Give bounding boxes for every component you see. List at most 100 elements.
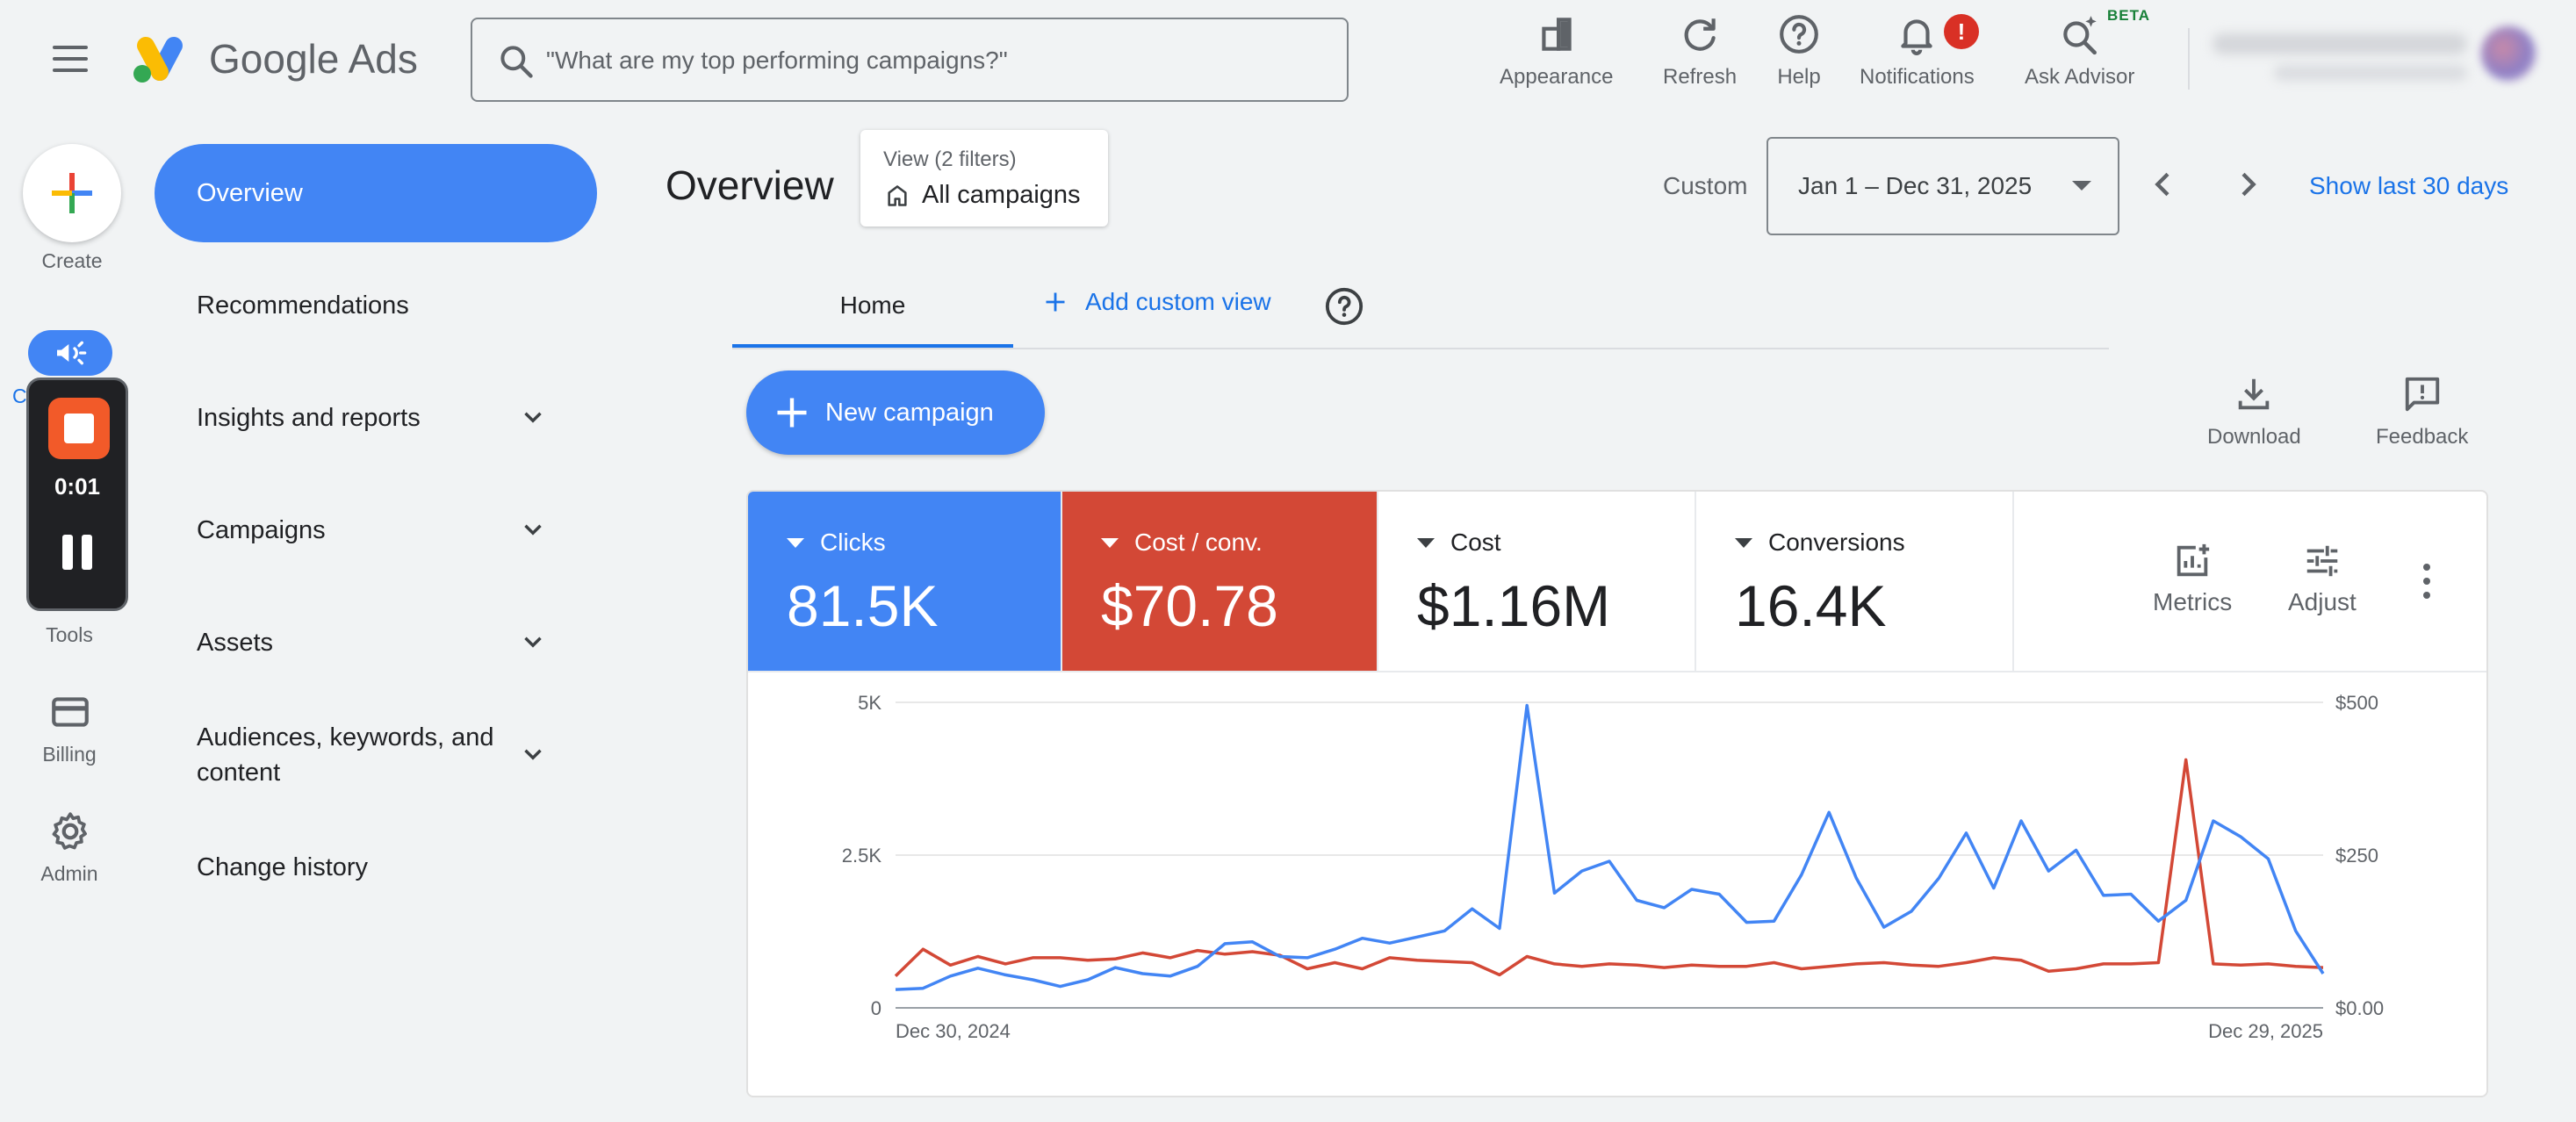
chevron-right-icon[interactable] (2230, 167, 2265, 202)
main-menu-icon[interactable] (53, 46, 88, 72)
nav-item-overview[interactable]: Overview (155, 144, 597, 242)
metric-value: $1.16M (1417, 573, 1611, 638)
notifications-button[interactable]: ! Notifications (1860, 12, 1979, 90)
metric-value: 81.5K (787, 573, 939, 638)
nav-item-audiences-line2: content (197, 759, 281, 787)
metrics-label: Metrics (2153, 588, 2233, 615)
screen-recorder-widget: 0:01 (26, 378, 128, 611)
avatar[interactable] (2481, 26, 2536, 81)
metric-cost-per-conv[interactable]: Cost / conv. $70.78 (1062, 492, 1378, 671)
date-range-select[interactable]: Jan 1 – Dec 31, 2025 (1767, 137, 2119, 235)
search-icon (500, 46, 533, 78)
nav-item-insights[interactable]: Insights and reports (197, 400, 421, 435)
pause-recording-icon[interactable] (62, 535, 92, 570)
metric-value: 16.4K (1735, 573, 1887, 638)
refresh-button[interactable]: Refresh (1663, 12, 1737, 90)
tab-home[interactable]: Home (732, 281, 1013, 348)
add-custom-view-label: Add custom view (1085, 288, 1271, 315)
y-right-tick-label: $500 (2335, 692, 2378, 714)
add-chart-icon (2177, 543, 2210, 577)
series-line-clicks (895, 703, 2325, 991)
nav-item-assets[interactable]: Assets (197, 625, 273, 660)
metric-conversions[interactable]: Conversions 16.4K (1696, 492, 2014, 671)
recording-timer: 0:01 (54, 473, 101, 500)
notification-badge: ! (1944, 14, 1979, 49)
new-campaign-label: New campaign (825, 398, 994, 427)
metric-clicks[interactable]: Clicks 81.5K (748, 492, 1062, 671)
billing-card-icon[interactable] (48, 690, 92, 734)
toolbar-divider (2188, 28, 2190, 90)
metrics-button[interactable]: Metrics (2153, 541, 2232, 616)
feedback-button[interactable]: Feedback (2376, 374, 2468, 450)
more-options-icon[interactable] (2421, 564, 2432, 599)
account-name-blurred[interactable] (2213, 33, 2467, 54)
nav-item-campaigns[interactable]: Campaigns (197, 513, 326, 548)
chevron-down-icon[interactable] (518, 739, 548, 769)
x-tick-label-end: Dec 29, 2025 (2208, 1020, 2323, 1042)
help-circle-icon[interactable] (1324, 286, 1364, 327)
chevron-down-icon[interactable] (518, 402, 548, 432)
y-right-tick-label: $250 (2335, 845, 2378, 867)
download-label: Download (2207, 425, 2301, 449)
help-button[interactable]: Help (1777, 12, 1821, 90)
sparkle-search-icon (2062, 16, 2097, 55)
notifications-label: Notifications (1860, 65, 1975, 89)
metric-label: Cost (1450, 529, 1501, 556)
refresh-label: Refresh (1663, 65, 1738, 89)
help-label: Help (1777, 65, 1821, 89)
sliders-icon (2306, 545, 2338, 577)
tools-label[interactable]: Tools (17, 623, 122, 647)
bell-icon (1901, 19, 1933, 55)
search-box[interactable] (471, 18, 1349, 102)
admin-gear-icon[interactable] (48, 809, 92, 853)
plus-icon (777, 398, 807, 428)
date-custom-label: Custom (1663, 172, 1748, 199)
show-last-30-days-link[interactable]: Show last 30 days (2309, 172, 2508, 200)
nav-item-change-history[interactable]: Change history (197, 850, 368, 885)
help-icon (1780, 15, 1818, 54)
beta-badge: BETA (2107, 7, 2151, 24)
y-left-tick-label: 5K (858, 692, 881, 714)
add-custom-view-button[interactable]: Add custom view (1043, 288, 1271, 316)
dropdown-arrow-icon (2072, 181, 2091, 191)
chevron-down-icon[interactable] (518, 627, 548, 657)
x-tick-label-start: Dec 30, 2024 (896, 1020, 1011, 1042)
create-button[interactable] (23, 144, 121, 242)
chevron-left-icon[interactable] (2146, 167, 2181, 202)
appearance-label: Appearance (1500, 65, 1614, 89)
admin-label[interactable]: Admin (17, 862, 122, 886)
adjust-button[interactable]: Adjust (2288, 541, 2357, 616)
metric-cost[interactable]: Cost $1.16M (1378, 492, 1696, 671)
metric-label: Cost / conv. (1134, 529, 1263, 556)
download-button[interactable]: Download (2207, 374, 2301, 450)
ask-advisor-label: Ask Advisor (2025, 65, 2135, 89)
date-range-value: Jan 1 – Dec 31, 2025 (1798, 172, 2033, 199)
dropdown-triangle-icon (787, 537, 804, 548)
nav-item-audiences[interactable]: Audiences, keywords, and content (197, 720, 494, 790)
chevron-down-icon[interactable] (518, 514, 548, 544)
view-filter-button[interactable]: View (2 filters) All campaigns (860, 130, 1108, 227)
refresh-icon (1684, 18, 1716, 51)
megaphone-icon (57, 341, 87, 365)
tabs-divider (732, 348, 2109, 349)
appearance-button[interactable]: Appearance (1500, 12, 1613, 90)
dropdown-triangle-icon (1101, 537, 1119, 548)
stop-recording-button[interactable] (48, 398, 110, 459)
billing-label[interactable]: Billing (17, 743, 122, 766)
download-icon (2239, 378, 2270, 410)
search-input[interactable] (546, 39, 1319, 83)
dropdown-triangle-icon (1735, 537, 1752, 548)
view-filter-label: View (2 filters) (883, 147, 1017, 171)
metric-label: Clicks (820, 529, 886, 556)
view-filter-value: All campaigns (922, 181, 1081, 209)
new-campaign-button[interactable]: New campaign (746, 370, 1045, 455)
nav-item-recommendations[interactable]: Recommendations (197, 288, 409, 323)
y-left-tick-label: 2.5K (842, 845, 882, 867)
campaigns-rail-label-partial: C (12, 385, 27, 407)
campaigns-rail-button[interactable] (28, 330, 112, 376)
performance-chart: 0 $0.00 2.5K $250 5K $500 Dec 30, 2024 Dec 29, … (842, 692, 2384, 1042)
appearance-icon (1542, 18, 1572, 51)
building-icon (888, 184, 907, 206)
plus-icon (1046, 292, 1065, 312)
account-id-blurred (2274, 65, 2467, 81)
